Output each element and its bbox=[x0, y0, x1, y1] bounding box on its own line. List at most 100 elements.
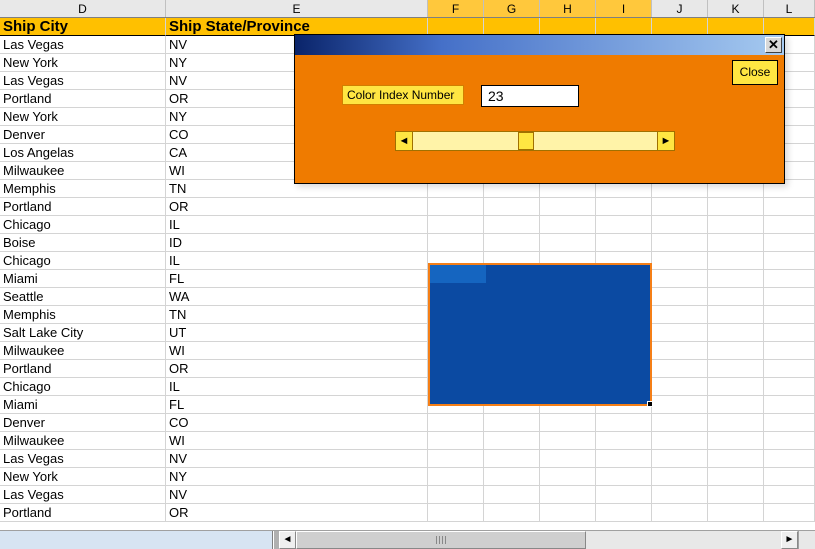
cell[interactable] bbox=[540, 234, 596, 252]
cell[interactable]: New York bbox=[0, 54, 166, 72]
cell[interactable]: NV bbox=[166, 486, 428, 504]
cell[interactable]: Los Angelas bbox=[0, 144, 166, 162]
cell[interactable] bbox=[540, 198, 596, 216]
cell[interactable] bbox=[596, 216, 652, 234]
cell[interactable]: IL bbox=[166, 378, 428, 396]
cell[interactable] bbox=[652, 324, 708, 342]
cell[interactable] bbox=[764, 198, 815, 216]
cell[interactable] bbox=[596, 468, 652, 486]
cell[interactable] bbox=[540, 432, 596, 450]
cell[interactable] bbox=[708, 252, 764, 270]
cell[interactable] bbox=[708, 270, 764, 288]
dialog-close-x-button[interactable]: ✕ bbox=[765, 37, 782, 53]
cell[interactable] bbox=[652, 378, 708, 396]
scroll-right-button[interactable]: ► bbox=[657, 131, 675, 151]
cell[interactable]: CO bbox=[166, 414, 428, 432]
cell[interactable]: Milwaukee bbox=[0, 432, 166, 450]
cell[interactable]: Seattle bbox=[0, 288, 166, 306]
cell[interactable]: WI bbox=[166, 432, 428, 450]
cell[interactable] bbox=[764, 432, 815, 450]
cell[interactable]: Las Vegas bbox=[0, 72, 166, 90]
cell[interactable]: WA bbox=[166, 288, 428, 306]
cell[interactable] bbox=[652, 396, 708, 414]
scroll-thumb[interactable] bbox=[518, 132, 534, 150]
color-index-input[interactable] bbox=[481, 85, 579, 107]
column-header-L[interactable]: L bbox=[764, 0, 815, 17]
cell[interactable]: Miami bbox=[0, 270, 166, 288]
cell[interactable] bbox=[652, 270, 708, 288]
cell[interactable]: OR bbox=[166, 360, 428, 378]
dialog-titlebar[interactable]: ✕ bbox=[295, 35, 784, 55]
cell[interactable] bbox=[596, 432, 652, 450]
cell[interactable]: Las Vegas bbox=[0, 450, 166, 468]
cell[interactable] bbox=[428, 504, 484, 522]
cell[interactable] bbox=[708, 342, 764, 360]
cell[interactable] bbox=[596, 450, 652, 468]
cell[interactable] bbox=[484, 234, 540, 252]
cell[interactable]: Portland bbox=[0, 360, 166, 378]
cell[interactable]: Portland bbox=[0, 198, 166, 216]
cell[interactable]: Boise bbox=[0, 234, 166, 252]
cell[interactable] bbox=[540, 504, 596, 522]
cell[interactable]: UT bbox=[166, 324, 428, 342]
cell[interactable]: Memphis bbox=[0, 180, 166, 198]
cell[interactable] bbox=[484, 504, 540, 522]
hscroll-right-button[interactable]: ► bbox=[781, 531, 798, 549]
cell[interactable]: Denver bbox=[0, 414, 166, 432]
cell[interactable] bbox=[708, 288, 764, 306]
cell[interactable] bbox=[708, 486, 764, 504]
cell[interactable] bbox=[708, 396, 764, 414]
cell[interactable] bbox=[764, 306, 815, 324]
fill-handle[interactable] bbox=[647, 401, 653, 407]
cell[interactable]: FL bbox=[166, 270, 428, 288]
cell[interactable] bbox=[540, 216, 596, 234]
cell[interactable] bbox=[764, 252, 815, 270]
cell[interactable] bbox=[708, 360, 764, 378]
cell[interactable] bbox=[764, 234, 815, 252]
cell[interactable] bbox=[596, 234, 652, 252]
cell[interactable] bbox=[484, 414, 540, 432]
cell[interactable] bbox=[428, 198, 484, 216]
cell[interactable] bbox=[652, 234, 708, 252]
cell[interactable]: ID bbox=[166, 234, 428, 252]
cell[interactable] bbox=[596, 504, 652, 522]
cell[interactable]: New York bbox=[0, 108, 166, 126]
hscroll-track[interactable] bbox=[296, 531, 781, 549]
column-header-J[interactable]: J bbox=[652, 0, 708, 17]
column-header-F[interactable]: F bbox=[428, 0, 484, 17]
cell[interactable] bbox=[428, 216, 484, 234]
cell[interactable] bbox=[428, 414, 484, 432]
cell[interactable]: FL bbox=[166, 396, 428, 414]
cell[interactable] bbox=[708, 234, 764, 252]
column-header-K[interactable]: K bbox=[708, 0, 764, 17]
cell[interactable]: TN bbox=[166, 306, 428, 324]
cell[interactable] bbox=[764, 216, 815, 234]
cell[interactable] bbox=[652, 288, 708, 306]
column-header-E[interactable]: E bbox=[166, 0, 428, 17]
cell[interactable] bbox=[708, 468, 764, 486]
cell[interactable]: Las Vegas bbox=[0, 36, 166, 54]
close-button[interactable]: Close bbox=[732, 60, 778, 85]
cell[interactable] bbox=[540, 486, 596, 504]
cell[interactable]: Milwaukee bbox=[0, 162, 166, 180]
cell[interactable]: Milwaukee bbox=[0, 342, 166, 360]
cell[interactable] bbox=[428, 468, 484, 486]
cell[interactable] bbox=[708, 378, 764, 396]
color-index-scrollbar[interactable]: ◄ ► bbox=[395, 131, 675, 151]
cell[interactable] bbox=[764, 486, 815, 504]
cell[interactable] bbox=[764, 270, 815, 288]
cell[interactable] bbox=[428, 432, 484, 450]
cell[interactable] bbox=[428, 234, 484, 252]
cell[interactable] bbox=[708, 414, 764, 432]
cell[interactable]: Portland bbox=[0, 90, 166, 108]
cell[interactable]: New York bbox=[0, 468, 166, 486]
cell[interactable]: OR bbox=[166, 504, 428, 522]
sheet-tab-area[interactable] bbox=[0, 531, 273, 549]
cell[interactable] bbox=[764, 396, 815, 414]
cell[interactable]: Chicago bbox=[0, 252, 166, 270]
cell[interactable] bbox=[708, 216, 764, 234]
cell[interactable]: Salt Lake City bbox=[0, 324, 166, 342]
cell[interactable]: NY bbox=[166, 468, 428, 486]
cell[interactable] bbox=[484, 450, 540, 468]
cell[interactable] bbox=[652, 504, 708, 522]
